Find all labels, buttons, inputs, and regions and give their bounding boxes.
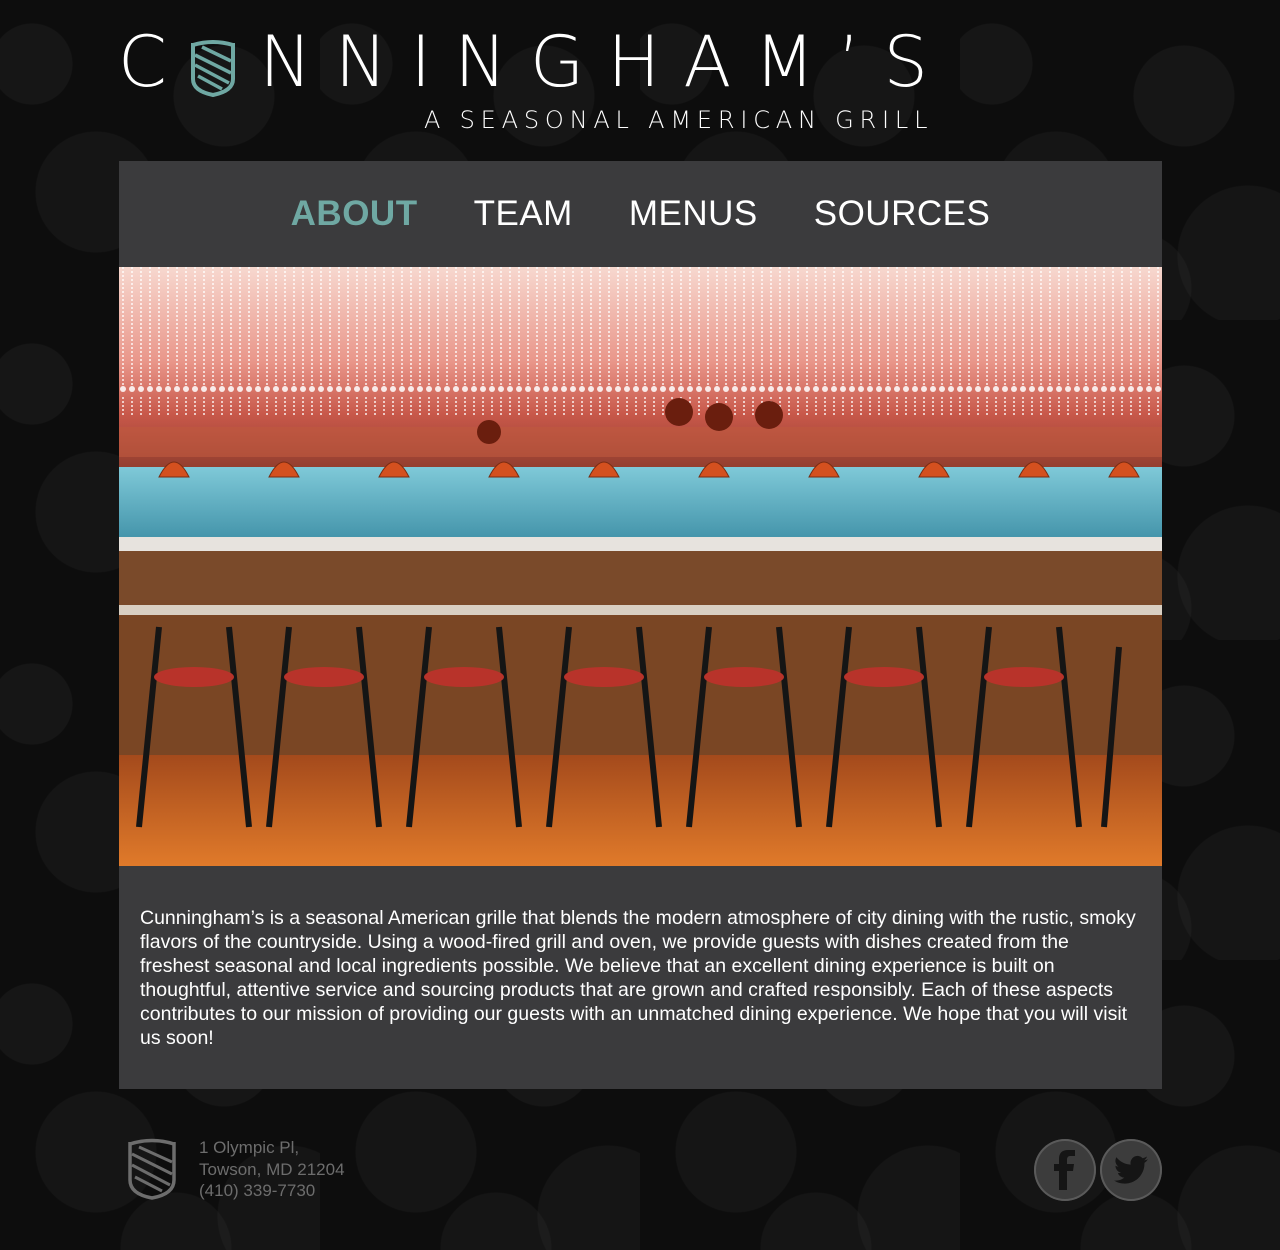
- nav-sources[interactable]: SOURCES: [814, 194, 991, 234]
- address-line: 1 Olympic Pl,: [199, 1138, 300, 1157]
- footer-address: 1 Olympic Pl, Towson, MD 21204 (410) 339…: [199, 1137, 345, 1202]
- site-header: C N N I N G H A M ’ S A SEASONAL AMERICA…: [0, 0, 1280, 160]
- nav-about[interactable]: ABOUT: [291, 194, 418, 234]
- logo-letter: I: [410, 21, 432, 103]
- brand-tagline: A SEASONAL AMERICAN GRILL: [424, 106, 934, 134]
- content-panel: ABOUT TEAM MENUS SOURCES Cunningham’s is…: [119, 161, 1162, 1089]
- about-text: Cunningham’s is a seasonal American gril…: [140, 907, 1136, 1049]
- logo-letter: N: [454, 21, 507, 103]
- shield-logo-icon: [190, 33, 236, 98]
- facebook-icon[interactable]: [1034, 1139, 1096, 1201]
- brand-logo[interactable]: C N N I N G H A M ’ S: [118, 22, 928, 102]
- logo-letter: S: [883, 21, 928, 103]
- logo-letter: C: [118, 21, 167, 103]
- logo-letter: N: [259, 21, 312, 103]
- nav-menus[interactable]: MENUS: [629, 194, 758, 234]
- logo-letter: A: [683, 21, 732, 103]
- logo-letter: G: [529, 21, 585, 103]
- address-line: Towson, MD 21204: [199, 1159, 345, 1179]
- logo-letter: H: [607, 21, 661, 103]
- phone-number[interactable]: (410) 339-7730: [199, 1180, 345, 1202]
- footer-shield-icon: [127, 1138, 177, 1200]
- logo-letter: M: [754, 21, 815, 103]
- restaurant-bar-photo: [119, 267, 1162, 866]
- logo-letter: ’: [838, 21, 861, 103]
- twitter-icon[interactable]: [1100, 1139, 1162, 1201]
- main-nav: ABOUT TEAM MENUS SOURCES: [119, 161, 1162, 267]
- hero-image: [119, 267, 1162, 866]
- nav-team[interactable]: TEAM: [474, 194, 573, 234]
- logo-letter: N: [334, 21, 388, 103]
